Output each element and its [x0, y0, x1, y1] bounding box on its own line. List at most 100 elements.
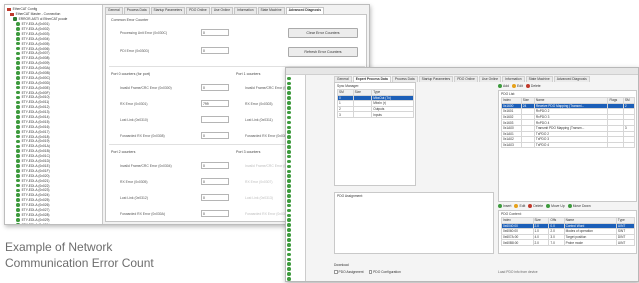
device-icon [287, 238, 291, 242]
tab-use-online[interactable]: Use Online [478, 76, 502, 82]
table-cell [622, 141, 636, 149]
tab-state-machine[interactable]: State Machine [257, 7, 285, 14]
tab-information[interactable]: Information [234, 7, 257, 14]
tab-state-machine[interactable]: State Machine [525, 76, 553, 82]
device-icon [16, 125, 20, 129]
sync-manager-table[interactable]: SM Size Type 0 MbxOut (Tx) 1 MbxIn (r) 2 Outputs… [337, 89, 414, 118]
device-icon [16, 61, 20, 66]
port0-counter-field[interactable]: 799 [201, 100, 229, 107]
device-icon [16, 110, 20, 114]
toolbar-delete-button[interactable]: Delete [525, 84, 541, 88]
toolbar-insert-button[interactable]: Insert [498, 204, 511, 208]
table-row[interactable]: 3 Inputs [337, 111, 414, 118]
refresh-error-counters-button[interactable]: Refresh Error Counters [288, 47, 358, 57]
toolbar-label: Move Up [551, 204, 565, 208]
device-icon [287, 272, 291, 276]
device-icon [16, 115, 20, 119]
device-icon [16, 198, 20, 202]
port2-counter-label: Lost Link (0x0312) [120, 196, 148, 200]
tree-item-label: ETY-EDI-A (0x017) [21, 129, 50, 134]
device-icon [287, 198, 291, 203]
tree-item-label: ETY-EDI-A (0x027) [21, 207, 50, 212]
add-icon [498, 84, 502, 88]
port2-counter-field[interactable]: 0 [201, 210, 229, 217]
device-icon [287, 76, 291, 81]
device-icon [287, 81, 291, 86]
pdo-assignment-pane[interactable]: PDO Assignment: [334, 192, 494, 254]
port2-counter-field[interactable]: 0 [201, 162, 229, 169]
tab-use-online[interactable]: Use Online [210, 7, 234, 14]
port3-counter-label: Lost Link (0x0313) [245, 196, 273, 200]
move-down-icon [567, 204, 572, 208]
tab-pdo-online[interactable]: PDO Online [186, 7, 210, 14]
load-pdo-info-button[interactable]: Load PDO info from device [498, 270, 538, 274]
device-icon [287, 96, 291, 100]
toolbar-label: Edit [519, 204, 526, 208]
device-icon [287, 159, 291, 164]
tree-item-label: ETY-EDI-A (0x02A) [21, 222, 50, 225]
toolbar-move-up-button[interactable]: Move Up [546, 204, 565, 208]
port0-counter-field[interactable]: 0 [201, 132, 229, 139]
device-tree[interactable]: EtherCAT Config EtherCAT Master - Connec… [5, 5, 103, 224]
toolbar-edit-button[interactable]: Edit [514, 204, 525, 208]
tab-advanced-diagnosis[interactable]: Advanced Diagnosis [285, 7, 325, 14]
table-cell: 0x60B8:00 [501, 239, 534, 246]
tab-general[interactable]: General [105, 7, 123, 14]
tab-advanced-diagnosis[interactable]: Advanced Diagnosis [553, 76, 590, 82]
table-row[interactable]: 0x60B8:00 2.0 7.0 Probe mode UINT [501, 239, 636, 246]
tree-item-label: ETY-EDI-A (0x028) [21, 212, 50, 217]
clear-error-counters-button[interactable]: Clear Error Counters [288, 28, 358, 38]
port3-title: Port 3 counters [236, 150, 261, 154]
pdo-list-table[interactable]: Index Size Name Flags SM 0x1600 24 Receive PDO … [501, 97, 636, 149]
tree-item-label: ETY-EDI-A (0x011) [21, 100, 50, 105]
pdo-configuration-checkbox[interactable] [368, 270, 373, 274]
processing-unit-error-field[interactable]: 0 [201, 29, 229, 36]
tree-item-label: ETY-EDI-A (0x022) [21, 183, 50, 188]
device-icon [287, 208, 291, 213]
download-options: PDO Assignment PDO Configuration [334, 270, 401, 274]
port2-counter-label: RX Error (0x0305) [120, 180, 148, 184]
tab-startup-parameters[interactable]: Startup Parameters [150, 7, 186, 14]
tab-startup-parameters[interactable]: Startup Parameters [418, 76, 454, 82]
device-tree-2[interactable] [286, 75, 306, 281]
device-icon [16, 178, 20, 183]
port0-counter-field[interactable] [201, 116, 229, 123]
pdi-error-field[interactable]: 0 [201, 47, 229, 54]
device-icon [16, 203, 20, 207]
port2-counter-field[interactable]: 0 [201, 178, 229, 185]
drive-icon [13, 17, 17, 22]
tab-pdo-online[interactable]: PDO Online [454, 76, 478, 82]
device-icon [16, 56, 20, 61]
caption-line-2: Communication Error Count [5, 256, 154, 270]
device-icon [287, 110, 291, 115]
pdo-assignment-checkbox[interactable] [334, 270, 338, 274]
device-icon [287, 115, 291, 120]
pdo-content-table[interactable]: Index Size Offs Name Type 0x6040:00 2.0 0.0 Cont… [501, 217, 636, 246]
toolbar-add-button[interactable]: Add [498, 84, 509, 88]
port2-counter-field[interactable]: 0 [201, 194, 229, 201]
device-icon [16, 46, 20, 51]
port1-counter-label: RX Error (0x0303) [245, 102, 273, 106]
toolbar-move-down-button[interactable]: Move Down [567, 204, 591, 208]
device-icon [287, 194, 291, 198]
tree-item-label: ETY-EDI-A (0x001) [21, 22, 50, 27]
tree-item-label: ETY-EDI-A (0x004) [21, 36, 50, 41]
tree-item[interactable] [287, 277, 304, 281]
process-data-window: General Expert Process Data Process Data St… [285, 67, 639, 282]
sync-manager-title: Sync Manager: [337, 84, 360, 88]
table-cell: 2.0 [532, 239, 550, 246]
toolbar-delete-button[interactable]: Delete [528, 204, 543, 208]
device-icon [16, 154, 20, 158]
table-cell: Probe mode [563, 239, 617, 246]
toolbar-label: Move Down [572, 204, 591, 208]
table-row[interactable]: 0x1A03 TxPDO 4 [501, 141, 636, 149]
tree-item-label: ETY-EDI-A (0x006) [21, 46, 50, 51]
caption: Example of Network Communication Error C… [5, 239, 185, 271]
tree-item[interactable]: ETY-EDI-A (0x02A) [7, 222, 100, 225]
toolbar-edit-button[interactable]: Edit [512, 84, 523, 88]
tree-item-label: ETY-EDI-A (0x00A) [21, 66, 50, 71]
tab-process-data[interactable]: Process Data [123, 7, 150, 14]
port0-counter-field[interactable]: 0 [201, 84, 229, 91]
tab-information[interactable]: Information [502, 76, 525, 82]
port2-counter-label: Invalid Frame/CRC Error (0x0304) [120, 164, 172, 168]
